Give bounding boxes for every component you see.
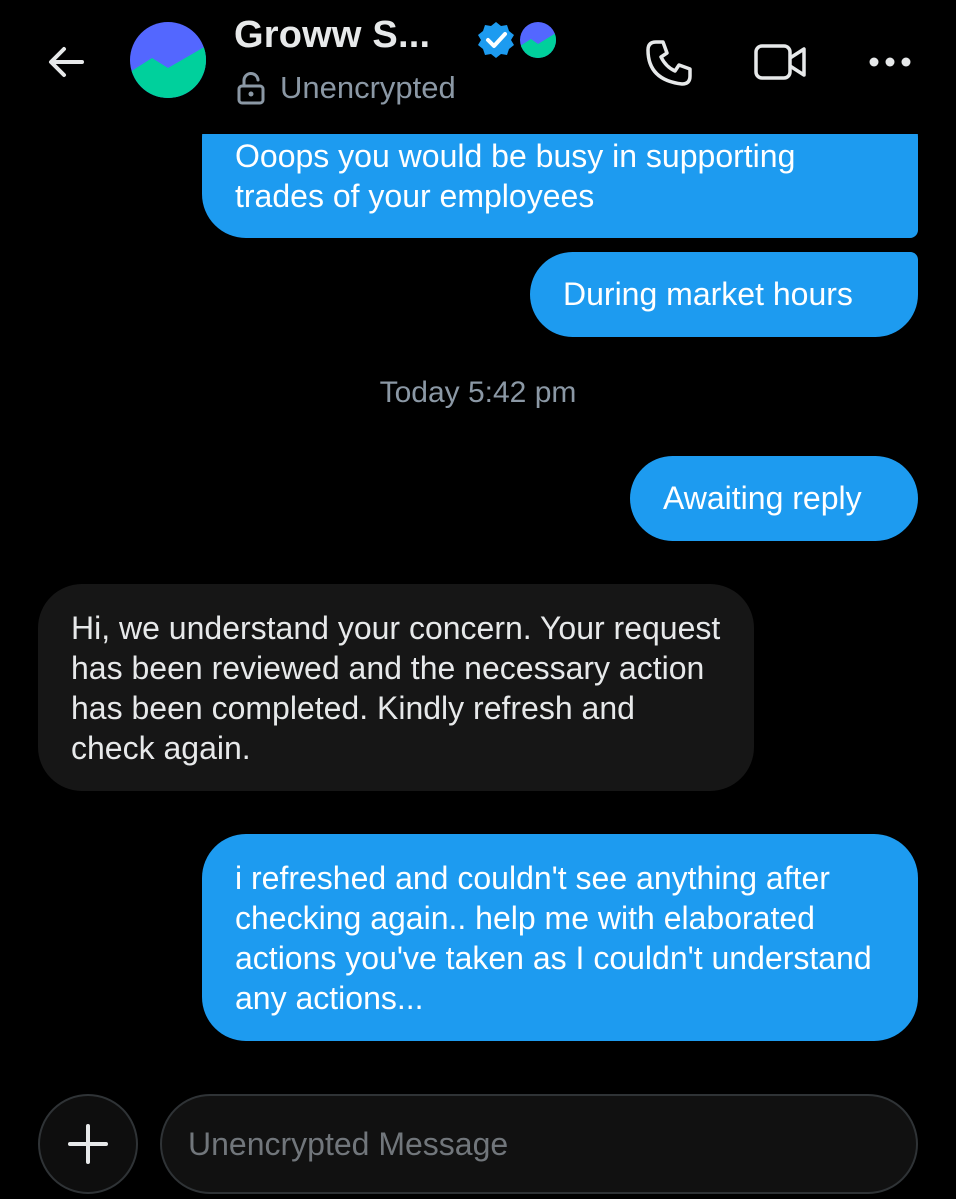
video-icon[interactable] bbox=[752, 38, 808, 86]
conversation-title[interactable]: Groww S... bbox=[234, 14, 430, 57]
message-bubble-sent[interactable]: i refreshed and couldn't see anything af… bbox=[202, 834, 918, 1041]
message-input[interactable] bbox=[160, 1094, 918, 1194]
avatar[interactable] bbox=[130, 22, 206, 98]
message-bubble-sent[interactable]: Awaiting reply bbox=[630, 456, 918, 541]
encryption-status: Unencrypted bbox=[236, 70, 456, 106]
back-arrow-icon bbox=[49, 47, 84, 77]
encryption-status-label: Unencrypted bbox=[280, 70, 456, 105]
conversation-header: Groww S... Unencrypted bbox=[0, 0, 956, 134]
affiliate-badge-icon bbox=[520, 22, 556, 58]
verified-badge-icon bbox=[478, 22, 514, 58]
message-list[interactable]: Ooops you would be busy in supporting tr… bbox=[0, 134, 956, 1074]
more-icon[interactable] bbox=[862, 38, 918, 86]
add-attachment-button[interactable] bbox=[38, 1094, 138, 1194]
phone-icon[interactable] bbox=[642, 36, 696, 90]
message-bubble-sent[interactable]: During market hours bbox=[530, 252, 918, 337]
plus-icon bbox=[68, 1124, 108, 1164]
back-button[interactable] bbox=[40, 36, 92, 88]
lock-open-icon bbox=[237, 72, 265, 105]
message-bubble-received[interactable]: Hi, we understand your concern. Your req… bbox=[38, 584, 754, 791]
message-timestamp: Today 5:42 pm bbox=[379, 376, 577, 409]
message-bubble-sent[interactable]: Ooops you would be busy in supporting tr… bbox=[202, 134, 918, 238]
